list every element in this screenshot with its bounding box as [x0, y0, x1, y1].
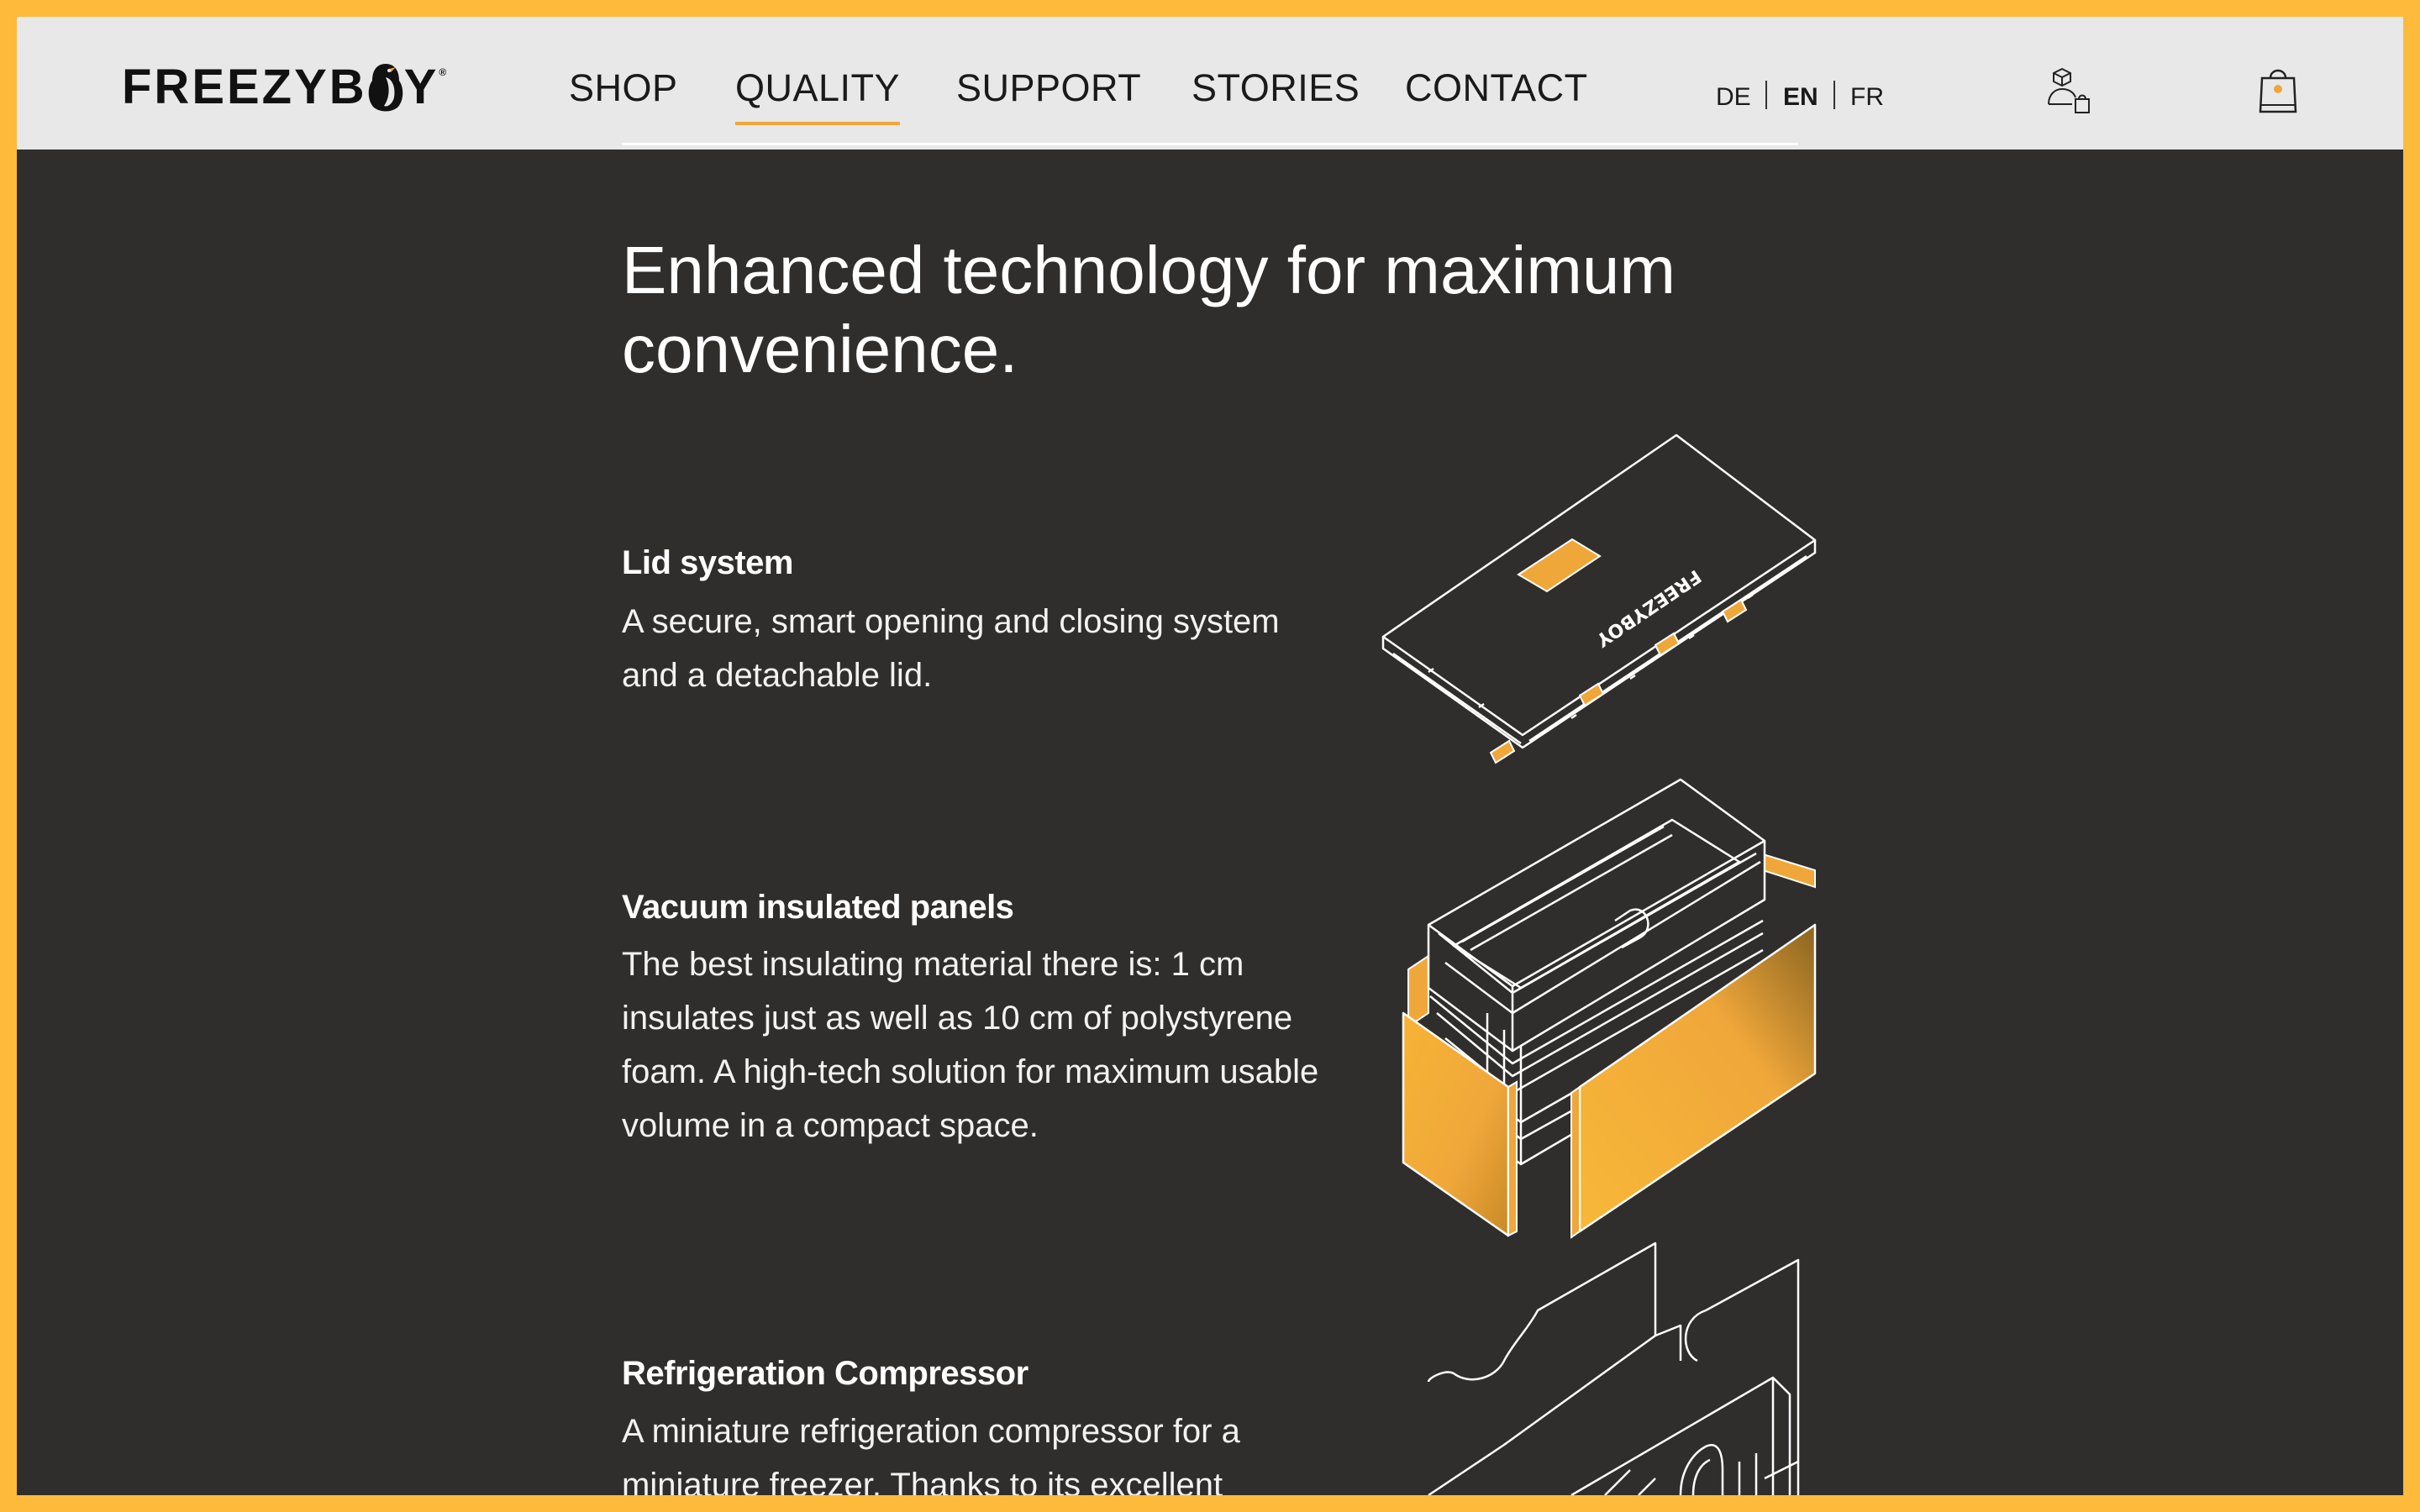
lang-fr[interactable]: FR	[1850, 81, 1884, 114]
cart-icon[interactable]	[2257, 63, 2299, 115]
feature-description: A miniature refrigeration compressor for…	[622, 1413, 1240, 1495]
lang-separator	[1765, 81, 1767, 109]
page-frame: FREEZYB Y® SHOP QUALITY SUPPORT STORIES …	[17, 17, 2403, 1495]
nav-support[interactable]: SUPPORT	[956, 63, 1141, 130]
feature-title: Lid system	[622, 544, 793, 581]
feature-description: The best insulating material there is: 1…	[622, 946, 1319, 1144]
account-icon[interactable]	[2047, 66, 2099, 116]
lid-illustration: FREEZYBOY	[1381, 433, 1817, 764]
page-heading: Enhanced technology for maximum convenie…	[622, 233, 1676, 386]
nav-shop[interactable]: SHOP	[569, 63, 678, 130]
nav-contact[interactable]: CONTACT	[1405, 63, 1588, 130]
feature-title: Refrigeration Compressor	[622, 1355, 1028, 1392]
feature-description: A secure, smart opening and closing syst…	[622, 603, 1280, 694]
lang-de[interactable]: DE	[1716, 81, 1751, 114]
lang-en[interactable]: EN	[1783, 81, 1818, 114]
insulated-panels-illustration	[1402, 778, 1817, 1239]
compressor-illustration	[1427, 1242, 1800, 1495]
nav-stories[interactable]: STORIES	[1192, 63, 1360, 130]
feature-title: Vacuum insulated panels	[622, 889, 1014, 926]
section-divider	[622, 143, 1798, 145]
header: FREEZYB Y® SHOP QUALITY SUPPORT STORIES …	[17, 17, 2403, 150]
penguin-logo-icon	[368, 63, 402, 112]
nav-quality[interactable]: QUALITY	[735, 63, 901, 130]
lang-separator	[1833, 81, 1835, 109]
brand-logo[interactable]: FREEZYB Y®	[122, 54, 449, 121]
